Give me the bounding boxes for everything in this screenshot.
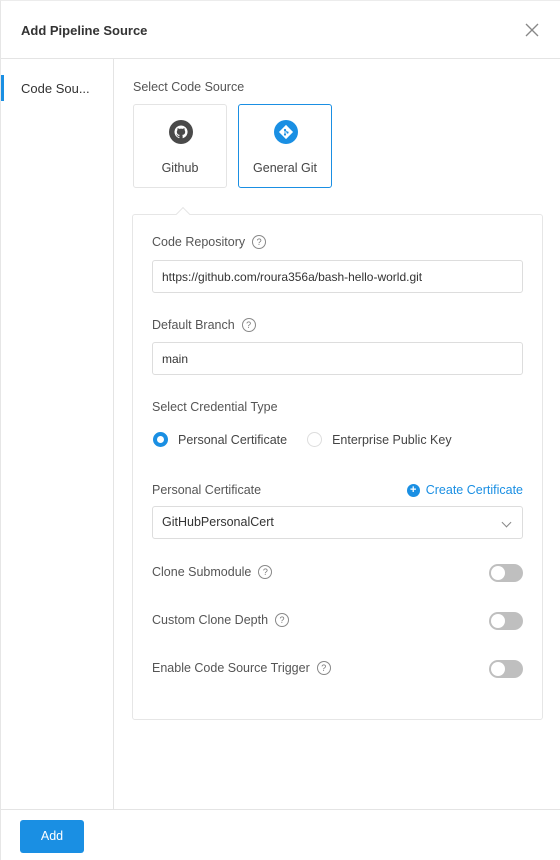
select-code-source-label: Select Code Source: [133, 80, 245, 94]
toggle-label: Custom Clone Depth: [152, 613, 269, 627]
toggle-label: Enable Code Source Trigger: [152, 661, 310, 675]
help-icon[interactable]: ?: [316, 661, 331, 675]
code-repository-label-text: Code Repository: [152, 235, 246, 249]
toggle-knob: [491, 662, 505, 676]
radio-enterprise-public-key[interactable]: Enterprise Public Key: [307, 432, 452, 447]
active-indicator: [1, 75, 4, 101]
close-icon[interactable]: [523, 21, 541, 39]
default-branch-input[interactable]: [152, 342, 523, 375]
enable-code-source-trigger-toggle[interactable]: [489, 660, 523, 678]
custom-clone-depth-toggle[interactable]: [489, 612, 523, 630]
code-source-option-general-git[interactable]: General Git: [238, 104, 332, 188]
default-branch-label: Default Branch ?: [152, 318, 256, 332]
code-source-option-github[interactable]: Github: [133, 104, 227, 188]
toggle-label: Clone Submodule: [152, 565, 252, 579]
git-settings-panel: Code Repository ? Default Branch ? Selec…: [132, 206, 543, 720]
dialog-footer: Add: [1, 809, 560, 860]
create-certificate-label: Create Certificate: [425, 483, 523, 497]
radio-label: Personal Certificate: [178, 432, 288, 447]
radio-personal-certificate[interactable]: Personal Certificate: [153, 432, 287, 447]
sidebar-item-code-source[interactable]: Code Sou...: [1, 75, 113, 101]
radio-checked-icon: [153, 432, 168, 447]
selected-value: GitHubPersonalCert: [162, 515, 274, 529]
help-icon[interactable]: ?: [252, 235, 267, 249]
toggle-knob: [491, 566, 505, 580]
panel-caret: [175, 206, 191, 222]
git-icon: [274, 120, 298, 144]
help-icon[interactable]: ?: [275, 613, 290, 627]
personal-certificate-label: Personal Certificate: [152, 483, 262, 497]
radio-unchecked-icon: [307, 432, 323, 447]
help-icon[interactable]: ?: [241, 318, 256, 332]
sidebar-item-label: Code Sou...: [21, 81, 90, 96]
radio-label: Enterprise Public Key: [332, 432, 452, 447]
create-certificate-link[interactable]: + Create Certificate: [406, 483, 523, 497]
dialog-header: Add Pipeline Source: [1, 1, 560, 59]
code-source-option-label: General Git: [253, 161, 317, 175]
help-icon[interactable]: ?: [258, 565, 273, 579]
plus-circle-icon: +: [406, 483, 420, 497]
code-repository-input[interactable]: [152, 260, 523, 293]
add-button[interactable]: Add: [20, 820, 84, 853]
enable-trigger-label: Enable Code Source Trigger ?: [152, 661, 331, 675]
credential-type-radio-group: Personal Certificate Enterprise Public K…: [153, 432, 472, 447]
custom-clone-depth-label: Custom Clone Depth ?: [152, 613, 290, 627]
clone-submodule-label: Clone Submodule ?: [152, 565, 273, 579]
personal-certificate-select[interactable]: GitHubPersonalCert: [152, 506, 523, 539]
code-repository-label: Code Repository ?: [152, 235, 267, 249]
default-branch-label-text: Default Branch: [152, 318, 235, 332]
credential-type-label: Select Credential Type: [152, 400, 278, 414]
sidebar: Code Sou...: [1, 59, 114, 809]
chevron-down-icon: [501, 517, 512, 528]
clone-submodule-toggle[interactable]: [489, 564, 523, 582]
main-content: Select Code Source Github General Git Co…: [114, 59, 560, 809]
code-source-option-label: Github: [161, 161, 199, 175]
github-icon: [169, 120, 193, 144]
add-pipeline-source-dialog: Add Pipeline Source Code Sou... Select C…: [0, 0, 560, 860]
dialog-title: Add Pipeline Source: [21, 23, 148, 38]
toggle-knob: [491, 614, 505, 628]
